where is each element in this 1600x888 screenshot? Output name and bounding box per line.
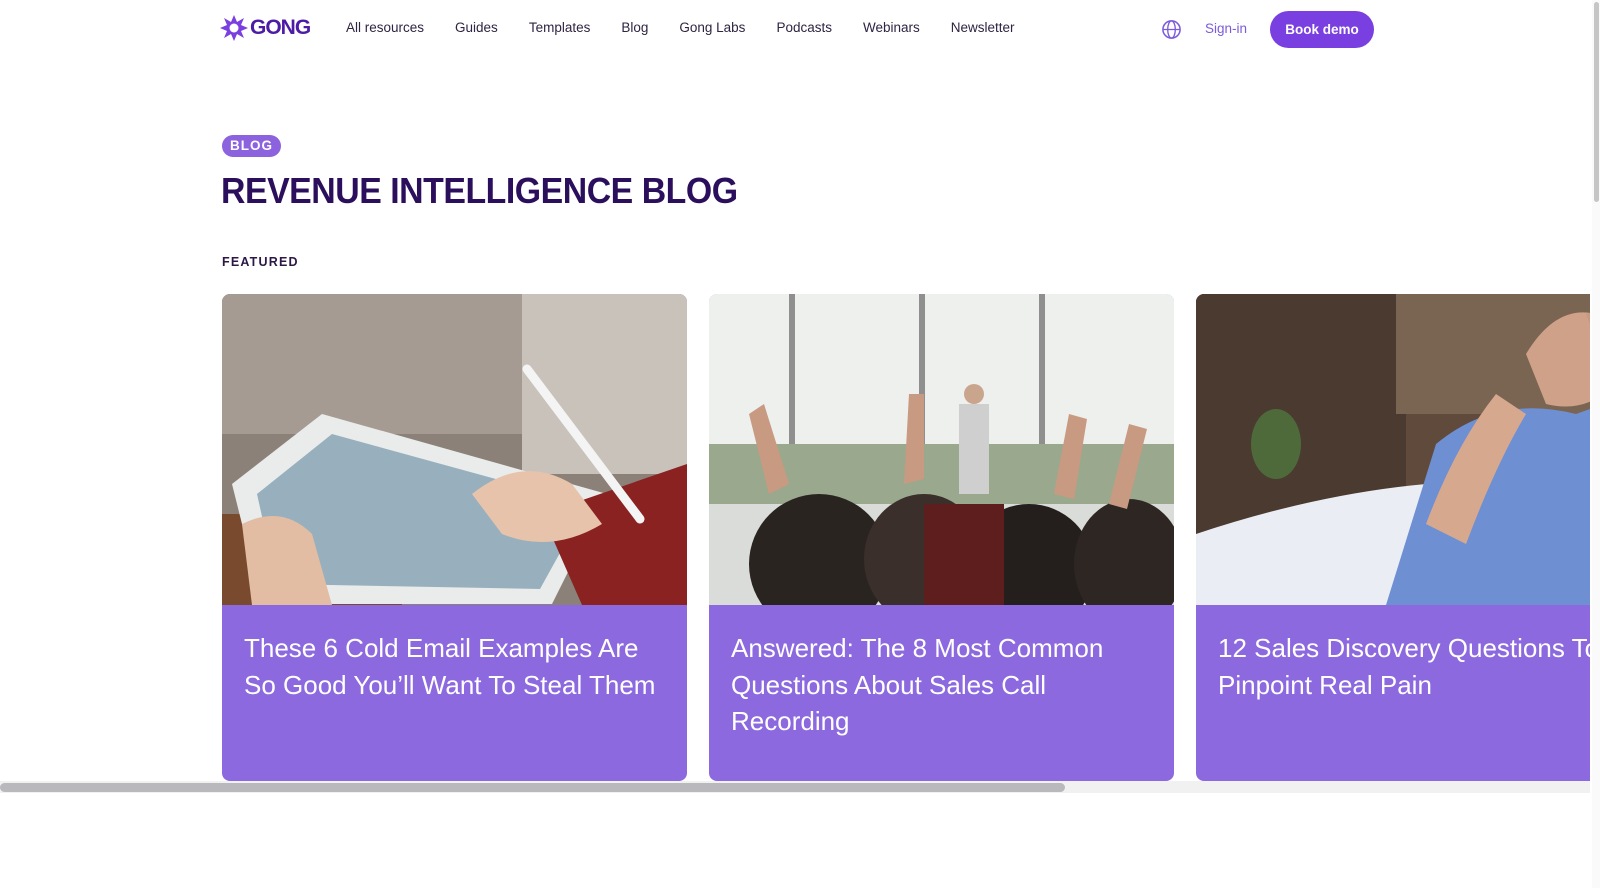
top-navigation: GONG All resources Guides Templates Blog… [0,0,1600,58]
audience-raising-hands-photo [709,294,1174,605]
vertical-scrollbar-thumb[interactable] [1594,2,1599,202]
card-title[interactable]: 12 Sales Discovery Questions To Pinpoint… [1218,630,1590,703]
nav-templates[interactable]: Templates [529,20,591,35]
card-title[interactable]: Answered: The 8 Most Common Questions Ab… [731,630,1156,740]
nav-guides[interactable]: Guides [455,20,498,35]
featured-section-label: FEATURED [222,255,299,269]
nav-webinars[interactable]: Webinars [863,20,920,35]
featured-card[interactable]: Answered: The 8 Most Common Questions Ab… [709,294,1174,781]
globe-icon[interactable] [1161,19,1182,40]
horizontal-scrollbar-thumb[interactable] [0,783,1065,792]
nav-blog[interactable]: Blog [621,20,648,35]
featured-card[interactable]: These 6 Cold Email Examples Are So Good … [222,294,687,781]
featured-card[interactable]: 12 Sales Discovery Questions To Pinpoint… [1196,294,1590,781]
card-title[interactable]: These 6 Cold Email Examples Are So Good … [244,630,669,703]
gong-logo[interactable]: GONG [220,14,311,42]
nav-podcasts[interactable]: Podcasts [776,20,832,35]
main-nav: All resources Guides Templates Blog Gong… [346,20,1046,35]
stressed-man-photo [1196,294,1590,605]
gong-starburst-icon [220,15,248,41]
featured-carousel[interactable]: These 6 Cold Email Examples Are So Good … [0,294,1590,781]
tablet-stylus-photo [222,294,687,605]
nav-all-resources[interactable]: All resources [346,20,424,35]
blog-badge: BLOG [222,135,281,157]
logo-wordmark: GONG [250,16,311,39]
nav-newsletter[interactable]: Newsletter [951,20,1015,35]
book-demo-button[interactable]: Book demo [1270,11,1374,48]
page-title: REVENUE INTELLIGENCE BLOG [221,170,738,211]
nav-gong-labs[interactable]: Gong Labs [679,20,745,35]
sign-in-link[interactable]: Sign-in [1205,21,1247,36]
